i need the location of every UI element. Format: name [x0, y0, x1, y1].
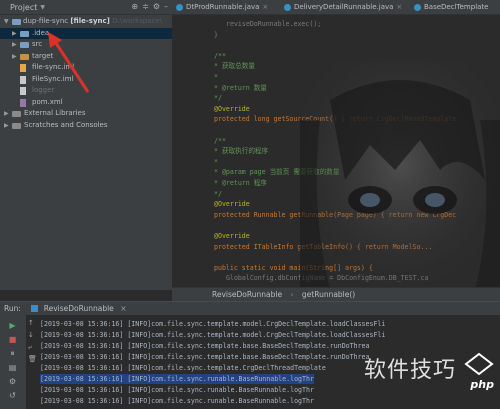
- code-line: @Override: [214, 200, 250, 209]
- chevron-down-icon[interactable]: ▼: [4, 16, 9, 28]
- php-logo-icon: [464, 352, 494, 376]
- code-line: * @return 程序: [214, 179, 267, 187]
- code-line: * @return 数量: [214, 83, 267, 92]
- folder-icon: [20, 42, 29, 48]
- file-icon: [20, 98, 26, 107]
- code-line: reviseDoRunnable.exec();: [226, 20, 322, 28]
- chevron-right-icon[interactable]: ▶: [4, 120, 9, 132]
- code-line: */: [214, 94, 222, 103]
- run-label: Run:: [4, 304, 21, 313]
- root-path: D:\workspace\: [112, 17, 163, 25]
- root-module: [file-sync]: [70, 17, 110, 25]
- code-line: @Override: [214, 232, 250, 240]
- code-line: */: [214, 189, 222, 198]
- red-arrow-annotation: [48, 32, 90, 93]
- background-illustration: [300, 60, 500, 290]
- close-icon[interactable]: ×: [262, 3, 268, 11]
- java-class-icon: [414, 4, 421, 11]
- restore-icon[interactable]: ↺: [8, 391, 17, 400]
- code-line: /**: [214, 136, 226, 145]
- editor-tab[interactable]: DeliveryDetailRunnable.java ×: [282, 0, 402, 14]
- file-icon: [20, 64, 26, 72]
- code-line: * 获取执行的程序: [214, 147, 269, 156]
- code-line: * 获取总数量: [214, 62, 255, 71]
- tree-item-label: Scratches and Consoles: [24, 120, 108, 129]
- code-line: *: [214, 73, 218, 81]
- tree-item[interactable]: ▶ Scratches and Consoles: [0, 120, 172, 132]
- close-icon[interactable]: ×: [120, 304, 126, 313]
- console-line: [2019-03-08 15:36:16] [INFO]com.file.syn…: [40, 364, 326, 372]
- tab-label: BaseDeclTemplate: [424, 3, 489, 11]
- tree-item[interactable]: ▶ External Libraries: [0, 108, 172, 120]
- scroll-up-icon[interactable]: ↑: [28, 319, 34, 327]
- editor-tab-bar: DtProdRunnable.java × DeliveryDetailRunnab…: [172, 0, 500, 15]
- breadcrumb-separator: ›: [290, 290, 294, 299]
- root-name: dup-file-sync: [23, 17, 69, 25]
- run-config-tab[interactable]: ReviseDoRunnable: [44, 304, 114, 313]
- console-line: [2019-03-08 15:36:16] [INFO]com.file.syn…: [40, 386, 314, 394]
- code-line: /**: [214, 51, 226, 60]
- code-line: }: [214, 30, 218, 39]
- editor-tab[interactable]: BaseDeclTemplate: [412, 0, 488, 14]
- code-line: @Override: [214, 104, 250, 113]
- editor-tab[interactable]: DtProdRunnable.java ×: [174, 0, 268, 14]
- chevron-right-icon[interactable]: ▶: [4, 108, 9, 120]
- console-line: [2019-03-08 15:36:16] [INFO]com.file.syn…: [40, 320, 386, 328]
- trash-icon[interactable]: 🗑: [28, 355, 37, 363]
- chevron-right-icon[interactable]: ▶: [12, 39, 17, 51]
- scratch-icon: [12, 122, 21, 129]
- code-line: *: [214, 157, 218, 166]
- breadcrumb-class[interactable]: ReviseDoRunnable: [212, 290, 282, 299]
- split-icon[interactable]: ≑: [142, 2, 149, 11]
- folder-icon: [20, 53, 29, 60]
- stop-icon[interactable]: ■: [8, 335, 17, 344]
- watermark-logo-text: php: [470, 378, 494, 391]
- chevron-right-icon[interactable]: ▶: [12, 28, 17, 40]
- console-line: [2019-03-08 15:36:16] [INFO]com.file.syn…: [40, 353, 370, 361]
- folder-icon: [20, 30, 29, 37]
- rerun-icon[interactable]: ▶: [8, 321, 17, 330]
- run-toolbar: ▶ ■ ⏸ ▤ ⚙ ↺: [0, 315, 26, 409]
- tab-label: DeliveryDetailRunnable.java: [294, 3, 394, 11]
- breadcrumb: ReviseDoRunnable › getRunnable(): [172, 287, 500, 302]
- minus-icon[interactable]: –: [164, 2, 168, 11]
- tree-item-label: External Libraries: [24, 109, 86, 117]
- tab-label: DtProdRunnable.java: [186, 3, 260, 11]
- console-line: [2019-03-08 15:36:16] [INFO]com.file.syn…: [40, 397, 314, 405]
- close-icon[interactable]: ×: [396, 3, 402, 11]
- pause-icon[interactable]: ⏸: [8, 349, 17, 358]
- tree-root[interactable]: ▼ dup-file-sync [file-sync] D:\workspace…: [0, 16, 172, 28]
- scroll-down-icon[interactable]: ↓: [28, 331, 34, 339]
- project-panel-header: Project ▼ ⊕ ≑ ⚙ –: [0, 0, 172, 15]
- file-icon: [20, 75, 26, 84]
- chevron-down-icon[interactable]: ▼: [40, 4, 45, 11]
- globe-icon[interactable]: ⊕: [131, 2, 138, 11]
- run-config-icon: [31, 305, 39, 312]
- java-class-icon: [176, 4, 183, 11]
- project-panel-title[interactable]: Project: [10, 3, 37, 12]
- java-class-icon: [284, 4, 291, 11]
- console-line: [2019-03-08 15:36:16] [INFO]com.file.syn…: [40, 374, 314, 385]
- file-icon: [20, 87, 26, 95]
- console-line: [2019-03-08 15:36:16] [INFO]com.file.syn…: [40, 342, 370, 350]
- chevron-right-icon[interactable]: ▶: [12, 51, 17, 63]
- gear-icon[interactable]: ⚙: [153, 2, 160, 11]
- folder-icon: [12, 19, 21, 25]
- watermark-text: 软件技巧: [363, 358, 456, 383]
- dump-icon[interactable]: ▤: [8, 363, 17, 372]
- library-icon: [12, 111, 21, 117]
- breadcrumb-method[interactable]: getRunnable(): [302, 290, 355, 299]
- wrap-icon[interactable]: ⤶: [28, 343, 32, 352]
- run-panel-header: Run: ReviseDoRunnable ×: [0, 301, 500, 316]
- settings-icon[interactable]: ⚙: [8, 377, 17, 386]
- console-line: [2019-03-08 15:36:16] [INFO]com.file.syn…: [40, 331, 386, 339]
